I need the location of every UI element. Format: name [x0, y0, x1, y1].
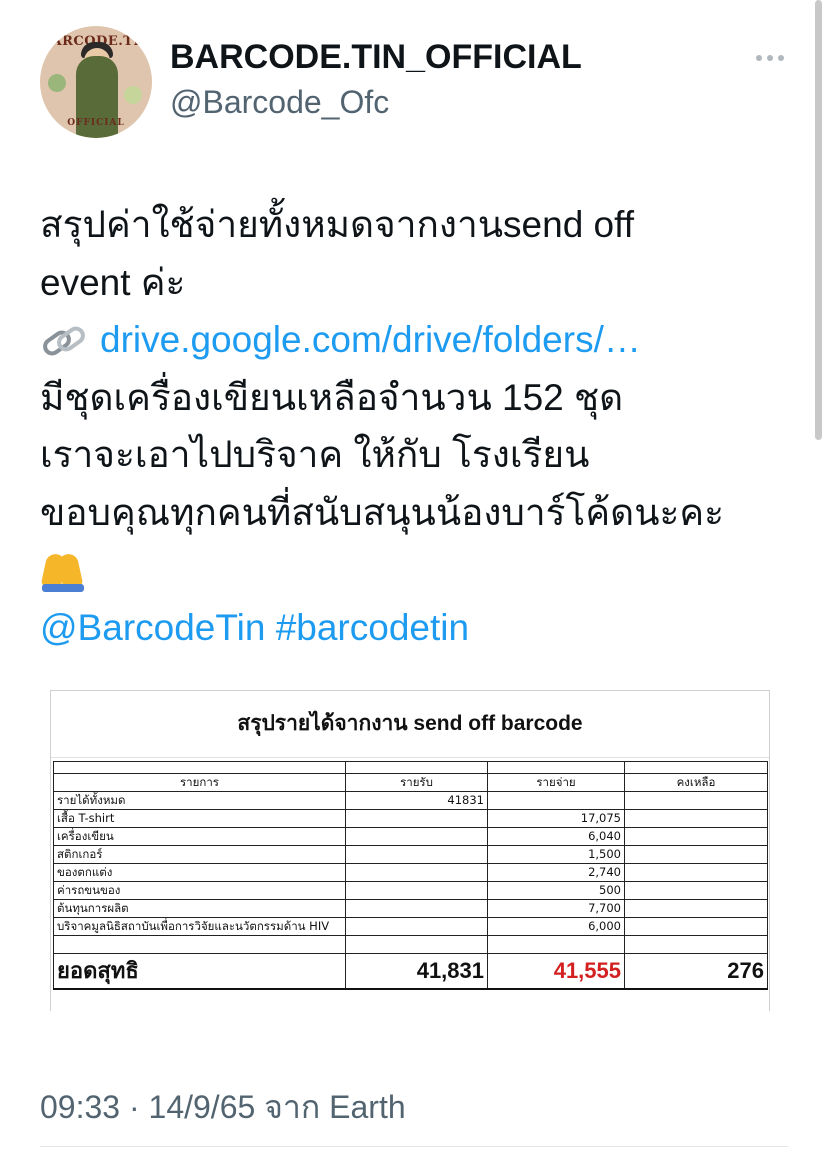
tweet-line: event ค่ะ: [40, 261, 186, 303]
table-row: เสื้อ T-shirt 17,075: [53, 809, 768, 828]
avatar[interactable]: BARCODE.TIN OFFICIAL: [40, 26, 152, 138]
avatar-leaf-decoration: [48, 74, 66, 92]
total-label: ยอดสุทธิ: [53, 953, 346, 990]
display-name[interactable]: BARCODE.TIN_OFFICIAL: [170, 38, 582, 77]
avatar-leaf-decoration: [124, 86, 142, 104]
item-cell: ต้นทุนการผลิต: [53, 899, 346, 918]
column-header: รายการ: [53, 773, 346, 792]
tweet-line: ขอบคุณทุกคนที่สนับสนุนน้องบาร์โค้ดนะคะ: [40, 491, 724, 533]
income-cell: 41831: [345, 791, 488, 810]
item-cell: รายได้ทั้งหมด: [53, 791, 346, 810]
expense-cell: 7,700: [487, 899, 625, 918]
income-cell: [345, 863, 488, 882]
balance-cell: [624, 881, 768, 900]
table-row: รายได้ทั้งหมด 41831: [53, 791, 768, 810]
column-header: รายรับ: [345, 773, 488, 792]
sheet-title: สรุปรายได้จากงาน send off barcode: [51, 691, 769, 758]
expense-cell: 2,740: [487, 863, 625, 882]
tweet-line: สรุปค่าใช้จ่ายทั้งหมดจากงานsend off: [40, 204, 635, 245]
table-row-empty: [53, 935, 768, 954]
balance-cell: [624, 917, 768, 936]
tweet-text: สรุปค่าใช้จ่ายทั้งหมดจากงานsend off even…: [40, 196, 800, 656]
expense-cell: 500: [487, 881, 625, 900]
item-cell: สติกเกอร์: [53, 845, 346, 864]
item-cell: เครื่องเขียน: [53, 827, 346, 846]
divider: [40, 1146, 788, 1147]
income-cell: [345, 899, 488, 918]
scrollbar[interactable]: [815, 0, 822, 440]
income-cell: [345, 827, 488, 846]
tweet-line: เราจะเอาไปบริจาค ให้กับ โรงเรียน: [40, 434, 590, 475]
hashtag-link[interactable]: #barcodetin: [276, 607, 469, 648]
emoji-line: [40, 541, 800, 599]
more-dot: [767, 55, 773, 61]
link-icon: [43, 326, 85, 356]
income-cell: [345, 845, 488, 864]
balance-cell: [624, 791, 768, 810]
income-cell: [345, 881, 488, 900]
expense-cell: 6,000: [487, 917, 625, 936]
tags-line: @BarcodeTin #barcodetin: [40, 599, 800, 657]
mention-link[interactable]: @BarcodeTin: [40, 607, 265, 648]
item-cell: เสื้อ T-shirt: [53, 809, 346, 828]
total-balance: 276: [624, 953, 768, 990]
item-cell: บริจาคมูลนิธิสถาบันเพื่อการวิจัยและนวัตก…: [53, 917, 346, 936]
total-row: ยอดสุทธิ 41,831 41,555 276: [53, 953, 768, 990]
user-handle[interactable]: @Barcode_Ofc: [170, 84, 389, 121]
link-line: drive.google.com/drive/folders/…: [40, 311, 800, 369]
attached-spreadsheet-image[interactable]: สรุปรายได้จากงาน send off barcode รายการ…: [50, 690, 770, 1011]
folded-hands-icon: [40, 552, 86, 593]
table-row: ต้นทุนการผลิต 7,700: [53, 899, 768, 918]
drive-link[interactable]: drive.google.com/drive/folders/…: [100, 319, 641, 360]
column-header: คงเหลือ: [624, 773, 768, 792]
item-cell: ของตกแต่ง: [53, 863, 346, 882]
income-cell: [345, 809, 488, 828]
total-income: 41,831: [345, 953, 488, 990]
finance-table: รายการ รายรับ รายจ่าย คงเหลือ รายได้ทั้ง…: [53, 761, 768, 990]
expense-cell: 17,075: [487, 809, 625, 828]
balance-cell: [624, 845, 768, 864]
table-row: ของตกแต่ง 2,740: [53, 863, 768, 882]
tweet-timestamp[interactable]: 09:33 · 14/9/65 จาก Earth: [40, 1082, 406, 1133]
more-options-icon[interactable]: [752, 46, 788, 70]
expense-cell: 6,040: [487, 827, 625, 846]
balance-cell: [624, 899, 768, 918]
expense-cell: 1,500: [487, 845, 625, 864]
table-row: บริจาคมูลนิธิสถาบันเพื่อการวิจัยและนวัตก…: [53, 917, 768, 936]
table-row: ค่ารถขนของ 500: [53, 881, 768, 900]
table-header-row: รายการ รายรับ รายจ่าย คงเหลือ: [53, 773, 768, 792]
table-row: สติกเกอร์ 1,500: [53, 845, 768, 864]
more-dot: [778, 55, 784, 61]
avatar-text-bottom: OFFICIAL: [67, 118, 125, 128]
balance-cell: [624, 809, 768, 828]
balance-cell: [624, 863, 768, 882]
income-cell: [345, 917, 488, 936]
item-cell: ค่ารถขนของ: [53, 881, 346, 900]
table-row: เครื่องเขียน 6,040: [53, 827, 768, 846]
total-expense: 41,555: [487, 953, 625, 990]
more-dot: [756, 55, 762, 61]
tweet-line: มีชุดเครื่องเขียนเหลือจำนวน 152 ชุด: [40, 376, 624, 418]
expense-cell: [487, 791, 625, 810]
column-header: รายจ่าย: [487, 773, 625, 792]
balance-cell: [624, 827, 768, 846]
